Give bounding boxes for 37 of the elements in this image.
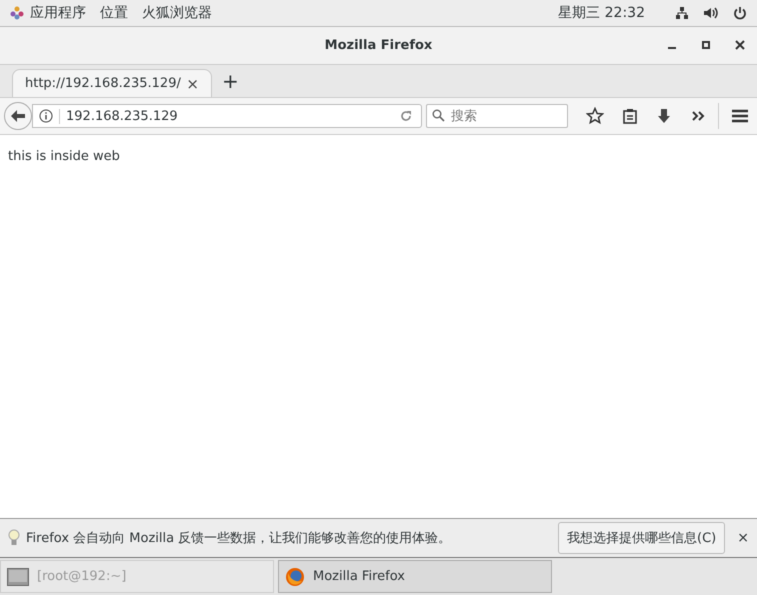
network-icon[interactable] [675, 6, 689, 20]
tab-close-button[interactable]: × [186, 74, 199, 92]
search-field[interactable]: 搜索 [426, 104, 568, 128]
volume-icon[interactable] [703, 6, 719, 20]
download-icon[interactable] [656, 108, 672, 124]
reload-icon[interactable] [399, 109, 413, 123]
back-button[interactable] [4, 102, 32, 130]
top-menu[interactable]: 火狐浏览器 [142, 4, 212, 22]
page-text: this is inside web [8, 149, 120, 164]
taskbar-item[interactable]: Mozilla Firefox [278, 560, 552, 593]
tab-title: http://192.168.235.129/ [25, 76, 182, 91]
clipboard-icon[interactable] [622, 108, 638, 124]
taskbar-label: Mozilla Firefox [313, 569, 405, 584]
notification-close-button[interactable]: × [737, 530, 749, 546]
info-icon[interactable] [39, 109, 53, 123]
back-arrow-icon [10, 109, 26, 123]
top-menu[interactable]: 应用程序 [30, 4, 86, 22]
activities-icon[interactable] [10, 6, 24, 20]
globe-icon [285, 566, 305, 586]
clock[interactable]: 星期三 22:32 [558, 4, 645, 22]
menu-icon[interactable] [731, 108, 749, 124]
window-title: Mozilla Firefox [324, 38, 432, 53]
lightbulb-icon [8, 529, 20, 547]
new-tab-button[interactable]: + [222, 69, 239, 93]
terminal-icon [7, 568, 29, 586]
taskbar-label: [root@192:~] [37, 569, 126, 584]
close-icon[interactable] [735, 40, 745, 50]
top-menu[interactable]: 位置 [100, 4, 128, 22]
browser-tab[interactable]: http://192.168.235.129/ × [12, 69, 212, 97]
maximize-icon[interactable] [701, 40, 711, 50]
address-bar[interactable]: 192.168.235.129 [32, 104, 422, 128]
star-icon[interactable] [586, 107, 604, 125]
power-icon[interactable] [733, 6, 747, 20]
url-text: 192.168.235.129 [59, 108, 393, 124]
choose-data-button[interactable]: 我想选择提供哪些信息(C) [558, 522, 726, 554]
notification-message: Firefox 会自动向 Mozilla 反馈一些数据，让我们能够改善您的使用体验。 [26, 530, 452, 547]
search-icon [432, 109, 445, 122]
